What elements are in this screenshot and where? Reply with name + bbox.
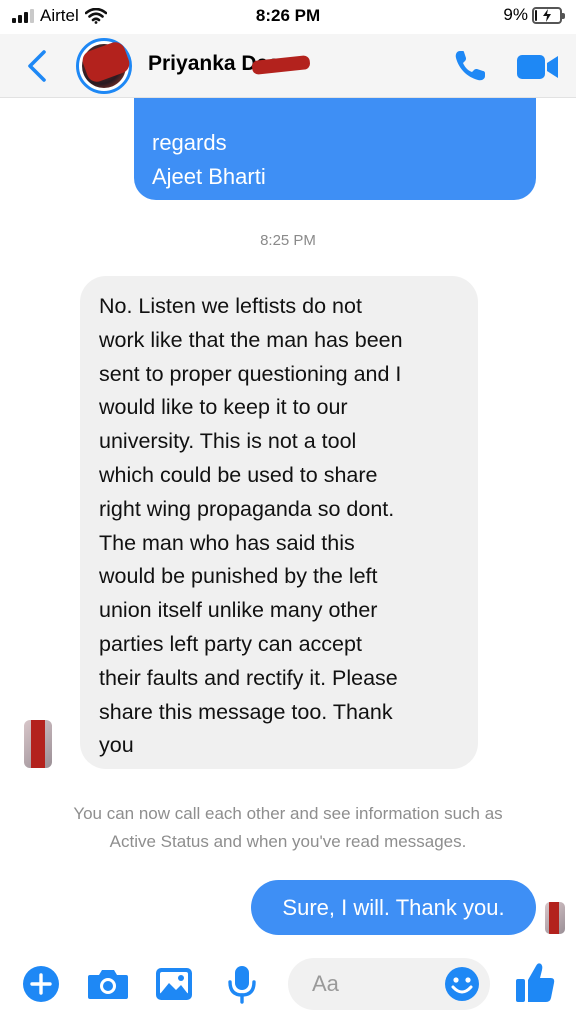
outgoing-message-bubble[interactable]: Sure, I will. Thank you.	[251, 880, 536, 935]
microphone-icon[interactable]	[226, 962, 258, 1006]
message-line: share this message too. Thank	[99, 699, 393, 724]
incoming-message-bubble[interactable]: No. Listen we leftists do not work like …	[80, 276, 478, 769]
emoji-icon[interactable]	[444, 966, 480, 1002]
sender-avatar[interactable]	[24, 720, 52, 768]
message-line: work like that the man has been	[99, 327, 403, 352]
notice-line: You can now call each other and see info…	[73, 804, 503, 823]
system-notice: You can now call each other and see info…	[20, 800, 556, 856]
status-time: 8:26 PM	[255, 6, 321, 25]
read-receipt-avatar	[545, 902, 565, 934]
message-line: sent to proper questioning and I	[99, 361, 402, 386]
message-line: their faults and rectify it. Please	[99, 665, 398, 690]
message-line: right wing propaganda so dont.	[99, 496, 395, 521]
thumbs-up-icon[interactable]	[514, 960, 556, 1004]
time-divider: 8:25 PM	[260, 232, 316, 249]
plus-icon[interactable]	[22, 962, 60, 1006]
message-line: Ajeet Bharti	[152, 164, 266, 189]
message-line: No. Listen we leftists do not	[99, 294, 362, 318]
message-line: would be punished by the left	[99, 564, 378, 589]
status-right: 9%	[503, 5, 565, 25]
battery-percent: 9%	[503, 5, 528, 24]
video-camera-icon[interactable]	[516, 52, 560, 82]
image-icon[interactable]	[154, 962, 194, 1006]
battery-icon	[532, 6, 565, 24]
camera-icon[interactable]	[86, 962, 130, 1006]
outgoing-message-bubble[interactable]: regards Ajeet Bharti	[134, 98, 536, 200]
message-line: regards	[152, 130, 227, 155]
message-line: would like to keep it to our	[99, 395, 348, 420]
status-bar: Airtel 8:26 PM 9%	[0, 0, 576, 34]
message-line: you	[99, 733, 134, 758]
message-line: union itself unlike many other	[99, 598, 378, 623]
battery-fill	[535, 9, 537, 21]
message-composer	[0, 948, 576, 1024]
chat-header: Priyanka Das	[0, 34, 576, 98]
message-line: The man who has said this	[99, 530, 355, 555]
notice-line: Active Status and when you've read messa…	[109, 832, 467, 851]
charging-bolt-icon	[543, 8, 551, 22]
message-line: which could be used to share	[99, 462, 378, 487]
message-line: university. This is not a tool	[99, 429, 357, 454]
phone-icon[interactable]	[452, 48, 490, 84]
message-line: parties left party can accept	[99, 631, 362, 656]
back-chevron-icon[interactable]	[22, 46, 54, 86]
